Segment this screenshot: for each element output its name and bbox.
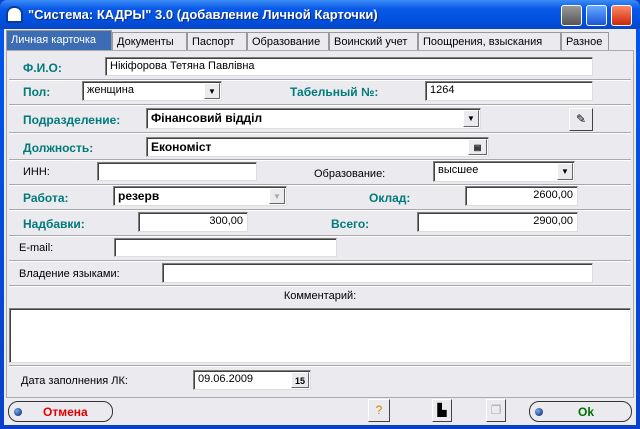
divider: [9, 235, 631, 237]
date-value: 09.06.2009: [198, 373, 254, 385]
chevron-down-icon[interactable]: ▼: [557, 163, 573, 180]
copy-icon: ❐: [486, 399, 506, 422]
minimize-button[interactable]: [561, 5, 582, 26]
divider: [9, 104, 631, 106]
tab-military[interactable]: Воинский учет: [329, 32, 418, 51]
client-area: Личная карточка Документы Паспорт Образо…: [4, 29, 636, 425]
divider: [9, 285, 631, 287]
position-input[interactable]: Економіст ▤: [146, 137, 489, 157]
gender-select[interactable]: женщина ▼: [82, 81, 222, 101]
chevron-down-icon[interactable]: ▼: [463, 110, 479, 127]
close-button[interactable]: [611, 5, 632, 26]
calendar-icon[interactable]: 15: [291, 372, 309, 388]
book-icon[interactable]: ✎: [569, 108, 593, 131]
comment-label: Комментарий:: [283, 290, 357, 302]
inn-input[interactable]: [97, 162, 257, 181]
divider: [9, 209, 631, 211]
help-icon[interactable]: ?: [368, 399, 390, 422]
date-label: Дата заполнения ЛК:: [21, 375, 128, 387]
tab-documents[interactable]: Документы: [112, 32, 187, 51]
department-label: Подразделение:: [23, 113, 121, 127]
position-value: Економіст: [151, 140, 212, 154]
maximize-button[interactable]: [586, 5, 607, 26]
position-label: Должность:: [23, 141, 94, 155]
divider: [9, 260, 631, 262]
bonus-label: Надбавки:: [23, 217, 85, 231]
cancel-label: Отмена: [43, 405, 88, 419]
languages-label: Владение языками:: [19, 268, 120, 280]
total-label: Всего:: [331, 217, 370, 231]
led-icon: [535, 408, 543, 416]
tab-number-label: Табельный №:: [290, 85, 379, 99]
tab-awards[interactable]: Поощрения, взыскания: [418, 32, 561, 51]
date-input[interactable]: 09.06.2009 15: [193, 370, 311, 390]
title-bar[interactable]: "Система: КАДРЫ" 3.0 (добавление Личной …: [0, 0, 640, 29]
salary-input[interactable]: 2600,00: [465, 186, 578, 206]
document-icon[interactable]: ▤: [468, 139, 487, 155]
fio-label: Ф.И.О:: [23, 61, 62, 75]
chevron-down-icon[interactable]: ▼: [204, 83, 220, 99]
divider: [9, 132, 631, 134]
form-panel: Ф.И.О: Нікіфорова Тетяна Павлівна Пол: ж…: [6, 50, 634, 398]
bonus-input[interactable]: 300,00: [138, 212, 248, 232]
tab-passport[interactable]: Паспорт: [187, 32, 247, 51]
education-select[interactable]: высшее ▼: [433, 161, 575, 182]
print-icon[interactable]: ▙: [432, 399, 452, 422]
comment-textarea[interactable]: [9, 308, 631, 363]
window: "Система: КАДРЫ" 3.0 (добавление Личной …: [0, 0, 640, 429]
department-select[interactable]: Фінансовий відділ ▼: [146, 108, 481, 129]
tab-number-input[interactable]: 1264: [425, 81, 593, 101]
tab-education[interactable]: Образование: [247, 32, 329, 51]
work-value: резерв: [118, 189, 160, 203]
divider: [9, 365, 631, 367]
app-icon: [6, 6, 23, 23]
education-label: Образование:: [314, 168, 386, 180]
education-value: высшее: [438, 164, 479, 176]
led-icon: [14, 408, 22, 416]
window-title: "Система: КАДРЫ" 3.0 (добавление Личной …: [28, 7, 378, 22]
work-label: Работа:: [23, 191, 69, 205]
cancel-button[interactable]: Отмена: [8, 401, 113, 422]
total-input[interactable]: 2900,00: [417, 212, 578, 232]
salary-label: Оклад:: [369, 191, 411, 205]
fio-input[interactable]: Нікіфорова Тетяна Павлівна: [105, 57, 593, 76]
email-input[interactable]: [114, 238, 337, 257]
ok-button[interactable]: Ok: [529, 401, 632, 422]
tab-personal-card[interactable]: Личная карточка: [6, 30, 112, 51]
chevron-down-icon[interactable]: ▼: [269, 188, 285, 204]
inn-label: ИНН:: [23, 166, 50, 178]
gender-value: женщина: [87, 84, 134, 96]
email-label: E-mail:: [19, 242, 54, 254]
tab-misc[interactable]: Разное: [561, 32, 609, 51]
work-select[interactable]: резерв ▼: [113, 186, 287, 206]
languages-input[interactable]: [162, 263, 593, 283]
gender-label: Пол:: [23, 85, 51, 99]
ok-label: Ok: [578, 405, 595, 419]
department-value: Фінансовий відділ: [151, 111, 263, 125]
